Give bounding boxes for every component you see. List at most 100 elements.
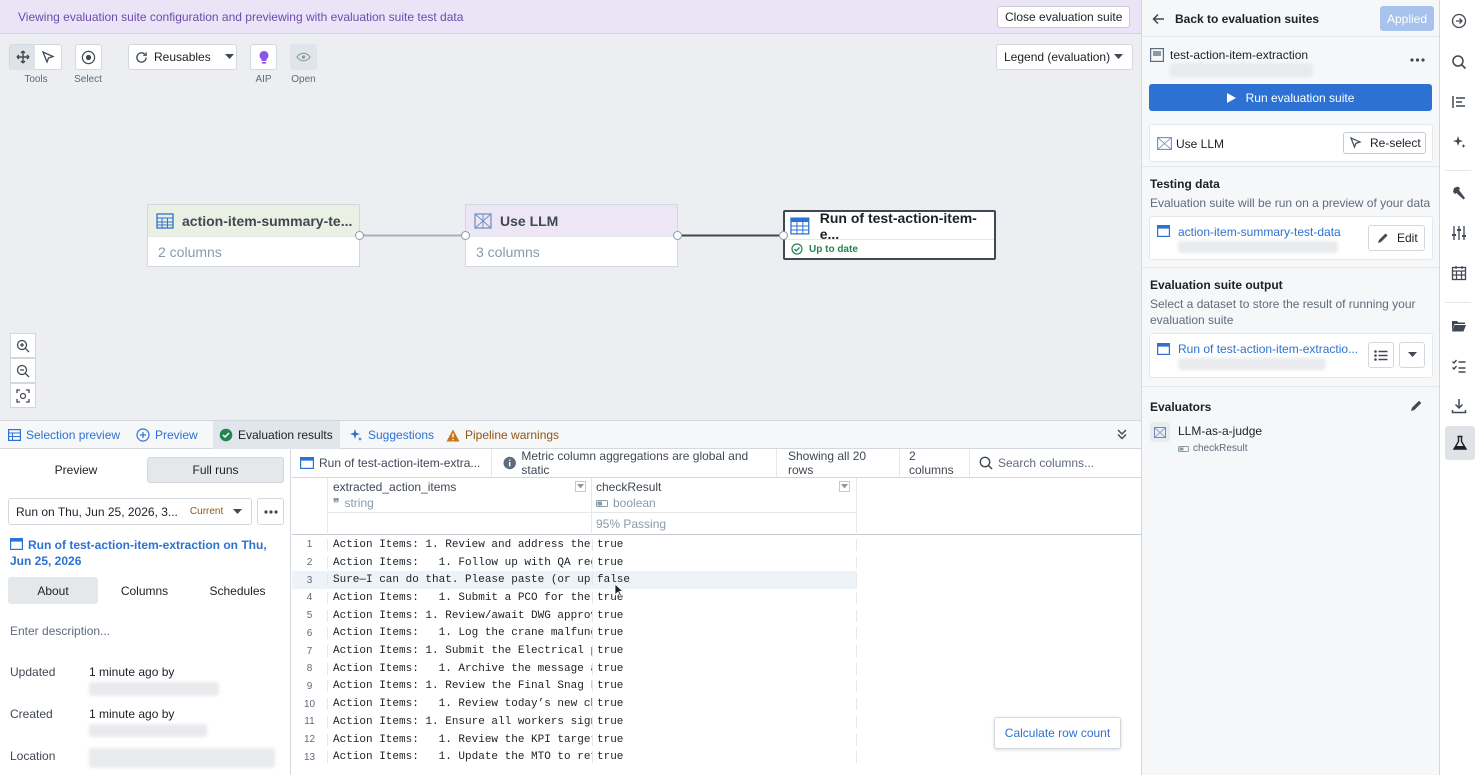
- cell-extracted-action-items[interactable]: Action Items: 1. Update the MTO to refl: [327, 751, 592, 764]
- input-port[interactable]: [779, 231, 788, 240]
- cell-check-result[interactable]: true: [592, 609, 857, 622]
- sliders-icon[interactable]: [1451, 225, 1467, 241]
- cell-check-result[interactable]: true: [592, 662, 857, 675]
- folder-open-icon[interactable]: [1451, 318, 1467, 334]
- cell-extracted-action-items[interactable]: Action Items: 1. Review and address the …: [327, 538, 592, 551]
- edit-testing-data-button[interactable]: Edit: [1368, 225, 1425, 251]
- fit-to-screen-button[interactable]: [10, 383, 36, 408]
- run-more-button[interactable]: [257, 498, 284, 525]
- cell-extracted-action-items[interactable]: Action Items: 1. Log the crane malfunct: [327, 627, 592, 640]
- cell-check-result[interactable]: true: [592, 645, 857, 658]
- cell-check-result[interactable]: true: [592, 680, 857, 693]
- graph-canvas[interactable]: Tools Select Reusables AIP Open Legend (…: [0, 34, 1141, 420]
- run-label: Run evaluation suite: [1245, 90, 1355, 105]
- tab-evaluation-results[interactable]: Evaluation results: [213, 421, 340, 449]
- calendar-icon[interactable]: [1451, 265, 1467, 281]
- tab-suggestions[interactable]: Suggestions: [343, 421, 440, 449]
- hammer-icon[interactable]: [1451, 185, 1467, 201]
- transform-node-use-llm[interactable]: Use LLM 3 columns: [465, 204, 678, 267]
- testing-dataset-link[interactable]: action-item-summary-test-data: [1178, 225, 1341, 239]
- dataset-node-input[interactable]: action-item-summary-te... 2 columns: [147, 204, 360, 267]
- cell-check-result[interactable]: true: [592, 715, 857, 728]
- collapse-panel-button[interactable]: [1116, 428, 1128, 440]
- cell-check-result[interactable]: false: [592, 574, 857, 587]
- description-input[interactable]: Enter description...: [10, 624, 110, 638]
- dataset-node-output[interactable]: Run of test-action-item-e... Up to date: [783, 210, 996, 260]
- zoom-out-button[interactable]: [10, 358, 36, 383]
- table-row[interactable]: 1 Action Items: 1. Review and address the…: [292, 536, 857, 554]
- tab-preview[interactable]: Preview: [130, 421, 204, 449]
- table-row[interactable]: 6 Action Items: 1. Log the crane malfunct…: [292, 625, 857, 643]
- cell-extracted-action-items[interactable]: Sure—I can do that. Please paste (or upl…: [327, 574, 592, 587]
- search-columns-input[interactable]: Search columns...: [998, 456, 1094, 470]
- output-port[interactable]: [673, 231, 682, 240]
- evaluator-name[interactable]: LLM-as-a-judge: [1178, 424, 1262, 438]
- cell-extracted-action-items[interactable]: Action Items: 1. Submit the Electrical p…: [327, 645, 592, 658]
- suite-more-button[interactable]: [1410, 58, 1425, 62]
- column-header-extracted-action-items[interactable]: extracted_action_items ❞ string: [327, 478, 593, 535]
- calculate-row-count-button[interactable]: Calculate row count: [994, 717, 1121, 749]
- cell-extracted-action-items[interactable]: Action Items: 1. Submit a PCO for the o: [327, 591, 592, 604]
- tab-columns[interactable]: Columns: [98, 577, 191, 604]
- search-columns[interactable]: Search columns...: [971, 449, 1141, 477]
- table-row[interactable]: 13 Action Items: 1. Update the MTO to ref…: [292, 748, 857, 766]
- cell-extracted-action-items[interactable]: Action Items: 1. Archive the message an: [327, 662, 592, 675]
- cell-check-result[interactable]: true: [592, 538, 857, 551]
- download-icon[interactable]: [1451, 398, 1467, 414]
- edit-evaluators-button[interactable]: [1410, 399, 1423, 412]
- checklist-icon[interactable]: [1451, 358, 1467, 374]
- cell-extracted-action-items[interactable]: Action Items: 1. Ensure all workers sign: [327, 715, 592, 728]
- table-row[interactable]: 7 Action Items: 1. Submit the Electrical …: [292, 642, 857, 660]
- cell-check-result[interactable]: true: [592, 751, 857, 764]
- back-to-suites-link[interactable]: Back to evaluation suites: [1152, 12, 1319, 26]
- output-dataset-link[interactable]: Run of test-action-item-extractio...: [1178, 342, 1358, 356]
- tab-schedules[interactable]: Schedules: [191, 577, 284, 604]
- reselect-button[interactable]: Re-select: [1343, 132, 1426, 154]
- sparkle-icon: [350, 429, 362, 441]
- search-icon[interactable]: [1451, 54, 1467, 70]
- applied-button[interactable]: Applied: [1380, 6, 1434, 31]
- zoom-in-button[interactable]: [10, 333, 36, 358]
- cell-extracted-action-items[interactable]: Action Items: 1. Follow up with QA rega: [327, 556, 592, 569]
- close-evaluation-suite-button[interactable]: Close evaluation suite: [997, 6, 1131, 28]
- table-row[interactable]: 8 Action Items: 1. Archive the message an…: [292, 660, 857, 678]
- input-port[interactable]: [461, 231, 470, 240]
- column-menu-button[interactable]: [839, 481, 850, 492]
- column-menu-button[interactable]: [575, 481, 586, 492]
- cell-extracted-action-items[interactable]: Action Items: 1. Review the Final Snag L…: [327, 680, 592, 693]
- table-row[interactable]: 3 Sure—I can do that. Please paste (or up…: [292, 571, 857, 590]
- table-row[interactable]: 4 Action Items: 1. Submit a PCO for the o…: [292, 589, 857, 607]
- sparkle-icon[interactable]: [1451, 134, 1467, 150]
- cell-extracted-action-items[interactable]: Action Items: 1. Review the KPI targets: [327, 733, 592, 746]
- table-row[interactable]: 11 Action Items: 1. Ensure all workers si…: [292, 713, 857, 731]
- cell-check-result[interactable]: true: [592, 556, 857, 569]
- run-evaluation-suite-button[interactable]: Run evaluation suite: [1149, 84, 1432, 111]
- cell-check-result[interactable]: true: [592, 627, 857, 640]
- table-dataset-tab[interactable]: Run of test-action-item-extra...: [292, 449, 492, 477]
- segment-full-runs[interactable]: Full runs: [147, 457, 284, 483]
- table-row[interactable]: 5 Action Items: 1. Review/await DWG appro…: [292, 607, 857, 625]
- table-row[interactable]: 10 Action Items: 1. Review today’s new ch…: [292, 695, 857, 713]
- cell-extracted-action-items[interactable]: Action Items: 1. Review/await DWG approv…: [327, 609, 592, 622]
- run-select[interactable]: Run on Thu, Jun 25, 2026, 3... Current: [8, 498, 252, 525]
- output-port[interactable]: [355, 231, 364, 240]
- tab-about[interactable]: About: [8, 577, 98, 604]
- exit-icon[interactable]: [1451, 13, 1467, 29]
- table-row[interactable]: 9 Action Items: 1. Review the Final Snag …: [292, 678, 857, 696]
- output-dropdown-button[interactable]: [1399, 342, 1425, 368]
- evaluation-suite-rail-button[interactable]: [1445, 426, 1475, 460]
- layout-icon[interactable]: [1451, 94, 1467, 110]
- tab-selection-preview[interactable]: Selection preview: [2, 421, 126, 449]
- segment-preview[interactable]: Preview: [8, 457, 144, 483]
- cell-check-result[interactable]: true: [592, 698, 857, 711]
- dataset-title-link[interactable]: Run of test-action-item-extraction on Th…: [10, 537, 280, 569]
- evaluator-icon: [1150, 422, 1170, 442]
- tab-pipeline-warnings[interactable]: Pipeline warnings: [440, 421, 565, 449]
- table-row[interactable]: 2 Action Items: 1. Follow up with QA rega…: [292, 554, 857, 572]
- cell-extracted-action-items[interactable]: Action Items: 1. Review today’s new cha: [327, 698, 592, 711]
- cell-check-result[interactable]: true: [592, 591, 857, 604]
- table-row[interactable]: 12 Action Items: 1. Review the KPI target…: [292, 731, 857, 749]
- output-list-button[interactable]: [1368, 342, 1394, 368]
- column-header-check-result[interactable]: checkResult boolean 95% Passing: [592, 478, 857, 535]
- cell-check-result[interactable]: true: [592, 733, 857, 746]
